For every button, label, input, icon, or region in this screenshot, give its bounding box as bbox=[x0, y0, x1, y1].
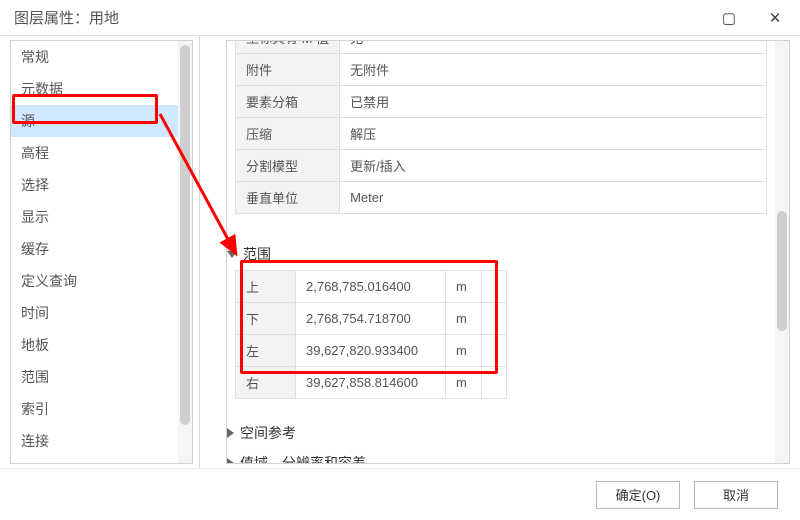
sidebar-item[interactable]: 选择 bbox=[11, 169, 178, 201]
extent-spacer bbox=[482, 367, 507, 399]
info-row: 垂直单位Meter bbox=[236, 182, 767, 214]
sidebar-item-label: 高程 bbox=[21, 145, 49, 161]
info-row: 坐标具有 M 值无 bbox=[236, 40, 767, 54]
window-title: 图层属性：用地 bbox=[14, 7, 706, 28]
info-value: 已禁用 bbox=[340, 86, 767, 118]
info-value: 更新/插入 bbox=[340, 150, 767, 182]
info-table: 坐标具有 M 值无附件无附件要素分箱已禁用压缩解压分割模型更新/插入垂直单位Me… bbox=[235, 40, 767, 214]
info-row: 分割模型更新/插入 bbox=[236, 150, 767, 182]
dialog-body: 常规元数据源高程选择显示缓存定义查询时间地板范围索引连接关联页面查询 坐标具有 … bbox=[0, 36, 800, 468]
maximize-button[interactable]: ▢ bbox=[706, 2, 752, 34]
content-scroll-thumb[interactable] bbox=[777, 211, 787, 331]
info-key: 附件 bbox=[236, 54, 340, 86]
sidebar-item[interactable]: 显示 bbox=[11, 201, 178, 233]
extent-row: 右39,627,858.814600m bbox=[236, 367, 507, 399]
sidebar-item[interactable]: 索引 bbox=[11, 393, 178, 425]
sidebar-item[interactable]: 源 bbox=[11, 105, 178, 137]
sidebar-item-label: 显示 bbox=[21, 209, 49, 225]
sidebar-item-label: 连接 bbox=[21, 433, 49, 449]
extent-unit: m bbox=[446, 303, 482, 335]
sidebar-item-label: 定义查询 bbox=[21, 273, 77, 289]
sidebar-panel: 常规元数据源高程选择显示缓存定义查询时间地板范围索引连接关联页面查询 bbox=[0, 36, 200, 468]
chevron-down-icon bbox=[227, 251, 237, 258]
extent-key: 右 bbox=[236, 367, 296, 399]
info-key: 坐标具有 M 值 bbox=[236, 40, 340, 54]
sidebar-item-label: 元数据 bbox=[21, 81, 63, 97]
info-value: 解压 bbox=[340, 118, 767, 150]
extent-value: 2,768,754.718700 bbox=[296, 303, 446, 335]
cancel-label: 取消 bbox=[723, 485, 749, 504]
sidebar-item[interactable]: 缓存 bbox=[11, 233, 178, 265]
sidebar-item[interactable]: 时间 bbox=[11, 297, 178, 329]
sidebar-item-label: 时间 bbox=[21, 305, 49, 321]
sidebar-item[interactable]: 关联 bbox=[11, 457, 178, 464]
sidebar-scrollbar[interactable] bbox=[178, 41, 192, 463]
chevron-right-icon bbox=[227, 428, 234, 438]
sidebar-item[interactable]: 范围 bbox=[11, 361, 178, 393]
sidebar-item-label: 源 bbox=[21, 113, 35, 129]
info-row: 附件无附件 bbox=[236, 54, 767, 86]
info-key: 要素分箱 bbox=[236, 86, 340, 118]
extent-unit: m bbox=[446, 335, 482, 367]
content-scrollbar[interactable] bbox=[775, 41, 789, 463]
info-key: 压缩 bbox=[236, 118, 340, 150]
sidebar-item-label: 范围 bbox=[21, 369, 49, 385]
info-value: 无 bbox=[340, 40, 767, 54]
sidebar-item[interactable]: 常规 bbox=[11, 41, 178, 73]
extent-value: 2,768,785.016400 bbox=[296, 271, 446, 303]
sidebar-item-label: 缓存 bbox=[21, 241, 49, 257]
footer: 确定(O) 取消 bbox=[0, 468, 800, 520]
extent-value: 39,627,858.814600 bbox=[296, 367, 446, 399]
content-panel: 坐标具有 M 值无附件无附件要素分箱已禁用压缩解压分割模型更新/插入垂直单位Me… bbox=[200, 36, 800, 468]
info-value: 无附件 bbox=[340, 54, 767, 86]
cancel-button[interactable]: 取消 bbox=[694, 481, 778, 509]
extent-unit: m bbox=[446, 367, 482, 399]
sidebar-item-label: 地板 bbox=[21, 337, 49, 353]
close-button[interactable]: ✕ bbox=[752, 2, 798, 34]
info-row: 压缩解压 bbox=[236, 118, 767, 150]
sidebar-item[interactable]: 地板 bbox=[11, 329, 178, 361]
ok-label: 确定(O) bbox=[616, 485, 661, 504]
info-row: 要素分箱已禁用 bbox=[236, 86, 767, 118]
close-icon: ✕ bbox=[769, 9, 782, 27]
ok-button[interactable]: 确定(O) bbox=[596, 481, 680, 509]
section-header-extent[interactable]: 范围 bbox=[227, 244, 767, 264]
section-label-spatialref: 空间参考 bbox=[240, 423, 296, 443]
extent-row: 左39,627,820.933400m bbox=[236, 335, 507, 367]
sidebar: 常规元数据源高程选择显示缓存定义查询时间地板范围索引连接关联页面查询 bbox=[10, 40, 193, 464]
layer-properties-window: 图层属性：用地 ▢ ✕ 常规元数据源高程选择显示缓存定义查询时间地板范围索引连接… bbox=[0, 0, 800, 520]
sidebar-scroll-thumb[interactable] bbox=[180, 45, 190, 425]
section-label-extent: 范围 bbox=[243, 244, 271, 264]
extent-table: 上2,768,785.016400m 下2,768,754.718700m 左3… bbox=[235, 270, 507, 399]
info-key: 分割模型 bbox=[236, 150, 340, 182]
extent-unit: m bbox=[446, 271, 482, 303]
section-header-spatialref[interactable]: 空间参考 bbox=[227, 423, 767, 443]
content-canvas: 坐标具有 M 值无附件无附件要素分箱已禁用压缩解压分割模型更新/插入垂直单位Me… bbox=[227, 40, 775, 464]
chevron-right-icon bbox=[227, 458, 234, 464]
sidebar-item[interactable]: 定义查询 bbox=[11, 265, 178, 297]
extent-key: 下 bbox=[236, 303, 296, 335]
maximize-icon: ▢ bbox=[722, 9, 736, 27]
section-label-domain: 值域、分辨率和容差 bbox=[240, 453, 366, 464]
extent-value: 39,627,820.933400 bbox=[296, 335, 446, 367]
extent-key: 上 bbox=[236, 271, 296, 303]
extent-row: 下2,768,754.718700m bbox=[236, 303, 507, 335]
extent-spacer bbox=[482, 271, 507, 303]
section-header-domain[interactable]: 值域、分辨率和容差 bbox=[227, 453, 767, 464]
titlebar: 图层属性：用地 ▢ ✕ bbox=[0, 0, 800, 36]
sidebar-item[interactable]: 高程 bbox=[11, 137, 178, 169]
sidebar-item-label: 常规 bbox=[21, 49, 49, 65]
extent-row: 上2,768,785.016400m bbox=[236, 271, 507, 303]
extent-key: 左 bbox=[236, 335, 296, 367]
sidebar-item[interactable]: 元数据 bbox=[11, 73, 178, 105]
extent-spacer bbox=[482, 303, 507, 335]
content: 坐标具有 M 值无附件无附件要素分箱已禁用压缩解压分割模型更新/插入垂直单位Me… bbox=[226, 40, 790, 464]
sidebar-item-label: 选择 bbox=[21, 177, 49, 193]
sidebar-item[interactable]: 连接 bbox=[11, 425, 178, 457]
info-value: Meter bbox=[340, 182, 767, 214]
sidebar-items: 常规元数据源高程选择显示缓存定义查询时间地板范围索引连接关联页面查询 bbox=[11, 41, 178, 464]
info-key: 垂直单位 bbox=[236, 182, 340, 214]
extent-spacer bbox=[482, 335, 507, 367]
sidebar-item-label: 索引 bbox=[21, 401, 49, 417]
